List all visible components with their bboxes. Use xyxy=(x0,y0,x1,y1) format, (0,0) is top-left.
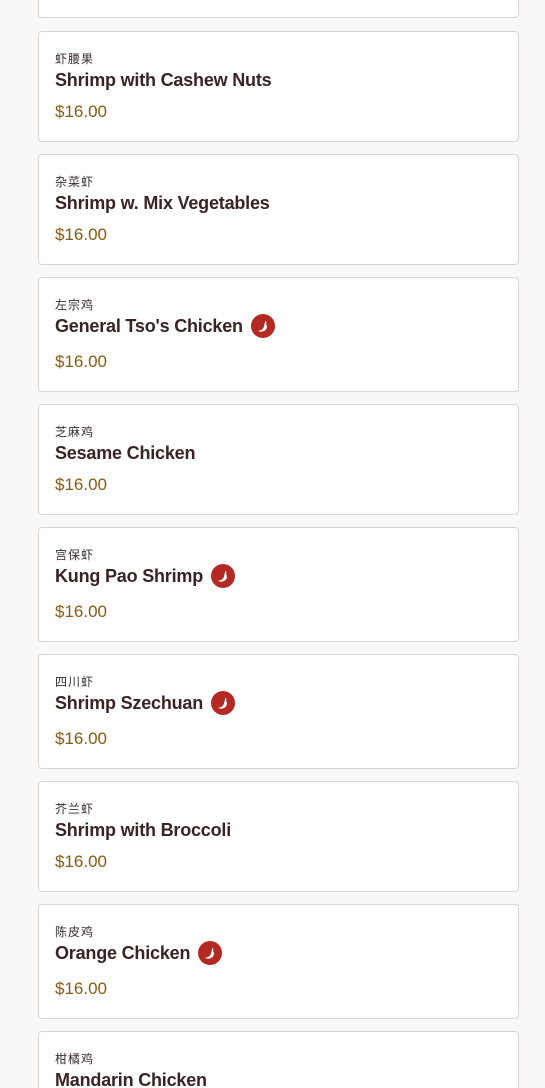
menu-item-chinese-name: 柑橘鸡 xyxy=(55,1052,95,1066)
menu-item-price: $16.00 xyxy=(55,979,107,998)
menu-item-name: Kung Pao Shrimp xyxy=(55,565,204,586)
menu-item-chinese-name: 虾腰果 xyxy=(55,52,95,66)
menu-item-chinese-name: 杂菜虾 xyxy=(55,175,95,189)
menu-item-name: Orange Chicken xyxy=(55,942,191,963)
menu-item-card[interactable]: 杂菜虾 Shrimp w. Mix Vegetables $16.00 xyxy=(38,154,519,265)
menu-item-price: $16.00 xyxy=(55,602,107,621)
menu-item-price: $16.00 xyxy=(55,852,107,871)
menu-item-price: $16.00 xyxy=(55,102,107,121)
menu-item-chinese-name: 芝麻鸡 xyxy=(55,425,95,439)
menu-item-card[interactable]: 虾腰果 Shrimp with Cashew Nuts $16.00 xyxy=(38,31,519,142)
menu-item-chinese-name: 宫保虾 xyxy=(55,548,95,562)
menu-item-card[interactable]: 左宗鸡 General Tso's Chicken $16.00 xyxy=(38,277,519,392)
chili-pepper-icon xyxy=(211,564,236,588)
menu-item-name: Mandarin Chicken xyxy=(55,1069,207,1088)
menu-item-card[interactable]: 芝麻鸡 Sesame Chicken $16.00 xyxy=(38,404,519,515)
menu-item-name: Shrimp with Broccoli xyxy=(55,819,232,840)
menu-item-chinese-name: 四川虾 xyxy=(55,675,95,689)
menu-item-card[interactable]: 宫保虾 Kung Pao Shrimp $16.00 xyxy=(38,527,519,642)
menu-item-card[interactable]: 柑橘鸡 Mandarin Chicken xyxy=(38,1031,519,1088)
menu-item-chinese-name: 陈皮鸡 xyxy=(55,925,95,939)
menu-item-name: Shrimp w. Mix Vegetables xyxy=(55,192,270,213)
menu-item-name: Shrimp Szechuan xyxy=(55,692,204,713)
menu-item-name: Sesame Chicken xyxy=(55,442,196,463)
chili-pepper-icon xyxy=(211,691,236,715)
menu-item-price: $16.00 xyxy=(55,475,107,494)
menu-item-card[interactable]: 四川虾 Shrimp Szechuan $16.00 xyxy=(38,654,519,769)
menu-item-name: Shrimp with Cashew Nuts xyxy=(55,69,272,90)
menu-item-card[interactable]: 陈皮鸡 Orange Chicken $16.00 xyxy=(38,904,519,1019)
menu-item-list: 虾腰果 Shrimp with Cashew Nuts $16.00 杂菜虾 S… xyxy=(0,0,545,1088)
menu-item-price: $16.00 xyxy=(55,352,107,371)
menu-item-card[interactable]: 芥兰虾 Shrimp with Broccoli $16.00 xyxy=(38,781,519,892)
menu-item-card[interactable] xyxy=(38,0,519,18)
menu-item-price: $16.00 xyxy=(55,225,107,244)
menu-item-chinese-name: 左宗鸡 xyxy=(55,298,95,312)
chili-pepper-icon xyxy=(250,314,275,338)
chili-pepper-icon xyxy=(198,941,223,965)
menu-item-price: $16.00 xyxy=(55,729,107,748)
menu-item-chinese-name: 芥兰虾 xyxy=(55,802,95,816)
menu-item-name: General Tso's Chicken xyxy=(55,315,243,336)
